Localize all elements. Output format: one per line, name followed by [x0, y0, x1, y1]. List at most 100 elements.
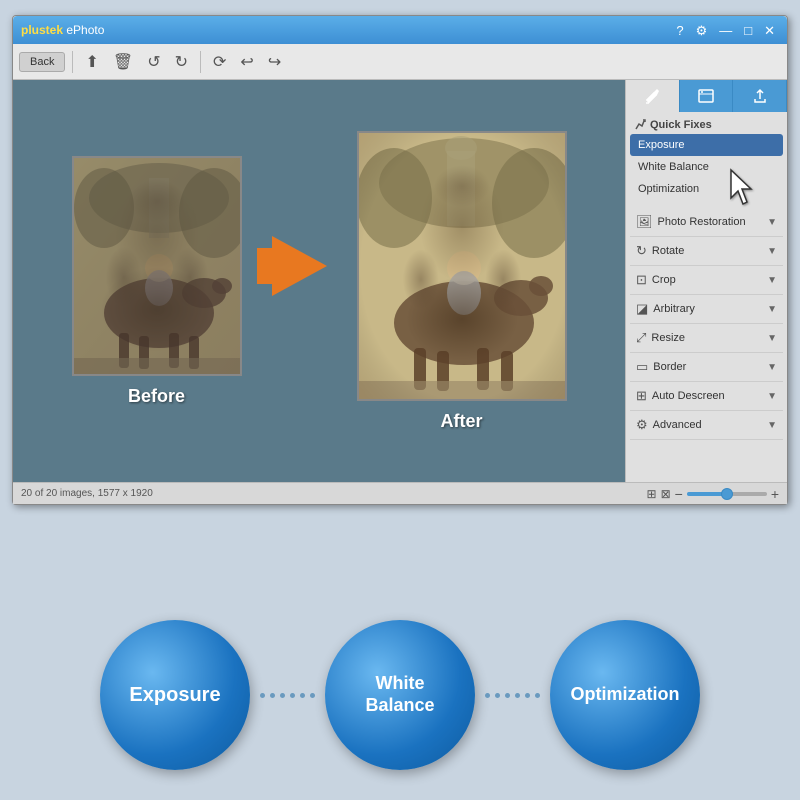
- status-info: 20 of 20 images, 1577 x 1920: [21, 488, 153, 499]
- arrow-icon: [272, 236, 327, 296]
- dot-1: [260, 693, 265, 698]
- dot-4: [290, 693, 295, 698]
- zoom-slider[interactable]: [687, 492, 767, 496]
- adj-photo-restoration[interactable]: 🖼 Photo Restoration ▼: [630, 208, 783, 237]
- dot-6: [310, 693, 315, 698]
- panel-tabs: [626, 80, 787, 112]
- resize-icon: ⤢: [636, 330, 646, 346]
- image-area: Before: [13, 80, 625, 482]
- after-photo-frame: [357, 131, 567, 401]
- adj-arbitrary-label: Arbitrary: [653, 303, 695, 315]
- rotate-ccw-button[interactable]: ↺: [142, 50, 165, 74]
- dot-3: [280, 693, 285, 698]
- auto-descreen-chevron-icon: ▼: [767, 391, 777, 402]
- rotate-cw-button[interactable]: ↻: [170, 50, 193, 74]
- tab-edit[interactable]: [626, 80, 680, 112]
- adj-rotate-label: Rotate: [652, 245, 684, 257]
- brand-name: plustek: [21, 23, 63, 37]
- chevron-icon: ▼: [767, 217, 777, 228]
- arrow-container: [272, 236, 327, 296]
- dot-10: [515, 693, 520, 698]
- window-controls: ? ⚙ — □ ✕: [672, 24, 779, 37]
- before-label: Before: [128, 386, 185, 407]
- crop-chevron-icon: ▼: [767, 275, 777, 286]
- app-window: plustek ePhoto ? ⚙ — □ ✕ Back ⬆ 🗑 ↺ ↻ ⟳ …: [12, 15, 788, 505]
- bottom-section: Exposure White Balance Optimization: [0, 620, 800, 770]
- qf-exposure[interactable]: Exposure: [630, 134, 783, 156]
- after-photo: [359, 133, 565, 399]
- upload-button[interactable]: ⬆: [80, 50, 103, 74]
- adj-auto-descreen[interactable]: ⊞ Auto Descreen ▼: [630, 382, 783, 411]
- dot-9: [505, 693, 510, 698]
- view-mode-icon[interactable]: ⊞: [647, 487, 657, 501]
- adj-advanced[interactable]: ⚙ Advanced ▼: [630, 411, 783, 440]
- adj-crop-label: Crop: [652, 274, 676, 286]
- fit-icon[interactable]: ⊠: [661, 487, 671, 501]
- quick-fixes-section: Quick Fixes Exposure White Balance Optim…: [626, 112, 787, 204]
- advanced-icon: ⚙: [636, 417, 648, 433]
- crop-icon: ⊡: [636, 272, 647, 288]
- circle-bubble-optimization: Optimization: [550, 620, 700, 770]
- auto-descreen-icon: ⊞: [636, 388, 647, 404]
- border-icon: ▭: [636, 359, 648, 375]
- edit-icon: [644, 88, 660, 104]
- arbitrary-icon: ◪: [636, 301, 648, 317]
- arbitrary-chevron-icon: ▼: [767, 304, 777, 315]
- quick-fixes-header: Quick Fixes: [630, 116, 783, 134]
- before-photo-svg: [74, 158, 240, 374]
- zoom-out-icon[interactable]: −: [675, 486, 683, 502]
- resize-chevron-icon: ▼: [767, 333, 777, 344]
- undo-button[interactable]: ↩: [235, 50, 258, 74]
- toolbar-separator-1: [72, 51, 73, 73]
- adj-resize[interactable]: ⤢ Resize ▼: [630, 324, 783, 353]
- photo-restoration-icon: 🖼: [636, 214, 653, 230]
- status-bar: 20 of 20 images, 1577 x 1920 ⊞ ⊠ − +: [13, 482, 787, 504]
- before-photo-container: Before: [72, 156, 242, 407]
- rotate-icon: ↻: [636, 243, 647, 259]
- after-label: After: [440, 411, 482, 432]
- adj-arbitrary[interactable]: ◪ Arbitrary ▼: [630, 295, 783, 324]
- help-button[interactable]: ?: [672, 24, 687, 37]
- adj-border-label: Border: [653, 361, 686, 373]
- minimize-button[interactable]: —: [715, 24, 736, 37]
- right-panel: Quick Fixes Exposure White Balance Optim…: [625, 80, 787, 482]
- qf-white-balance[interactable]: White Balance: [630, 156, 783, 178]
- title-bar: plustek ePhoto ? ⚙ — □ ✕: [13, 16, 787, 44]
- zoom-in-icon[interactable]: +: [771, 486, 779, 502]
- before-photo-frame: [72, 156, 242, 376]
- qf-optimization[interactable]: Optimization: [630, 178, 783, 200]
- redo-button[interactable]: ↪: [263, 50, 286, 74]
- circle-item-exposure: Exposure: [100, 620, 250, 770]
- adj-photo-restoration-label: Photo Restoration: [658, 216, 746, 228]
- back-button[interactable]: Back: [19, 52, 65, 72]
- close-button[interactable]: ✕: [760, 24, 779, 37]
- rotate-chevron-icon: ▼: [767, 246, 777, 257]
- main-content: Before: [13, 80, 787, 482]
- delete-button[interactable]: 🗑: [108, 50, 138, 74]
- quick-fixes-icon: [634, 119, 646, 131]
- settings-button[interactable]: ⚙: [692, 24, 712, 37]
- restore-button[interactable]: □: [740, 24, 756, 37]
- dot-7: [485, 693, 490, 698]
- tab-export[interactable]: [733, 80, 787, 112]
- view-icon: [698, 88, 714, 104]
- tab-view[interactable]: [680, 80, 734, 112]
- adj-auto-descreen-label: Auto Descreen: [652, 390, 725, 402]
- dot-5: [300, 693, 305, 698]
- title-text: plustek ePhoto: [21, 23, 104, 37]
- advanced-chevron-icon: ▼: [767, 420, 777, 431]
- adj-resize-label: Resize: [651, 332, 685, 344]
- circle-item-optimization: Optimization: [550, 620, 700, 770]
- dot-12: [535, 693, 540, 698]
- adjustments-section: 🖼 Photo Restoration ▼ ↻ Rotate ▼ ⊡ Cr: [626, 204, 787, 482]
- after-photo-svg: [359, 133, 565, 399]
- dots-2: [485, 693, 540, 698]
- border-chevron-icon: ▼: [767, 362, 777, 373]
- reset-button[interactable]: ⟳: [208, 50, 231, 74]
- adj-border[interactable]: ▭ Border ▼: [630, 353, 783, 382]
- export-icon: [752, 88, 768, 104]
- before-photo: [74, 158, 240, 374]
- adj-rotate[interactable]: ↻ Rotate ▼: [630, 237, 783, 266]
- toolbar-separator-2: [200, 51, 201, 73]
- adj-crop[interactable]: ⊡ Crop ▼: [630, 266, 783, 295]
